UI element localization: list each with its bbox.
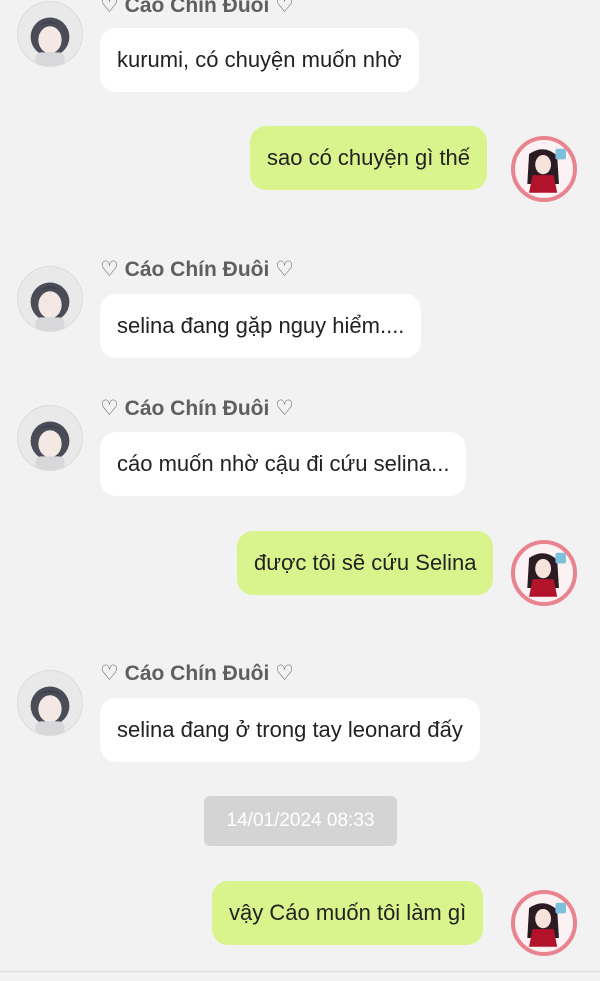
message-bubble-incoming[interactable]: cáo muốn nhờ cậu đi cứu selina... bbox=[100, 432, 467, 496]
divider bbox=[0, 971, 600, 972]
message-bubble-outgoing[interactable]: được tôi sẽ cứu Selina bbox=[237, 531, 494, 595]
self-avatar[interactable] bbox=[511, 890, 577, 956]
message-bubble-outgoing[interactable]: sao có chuyện gì thế bbox=[250, 126, 488, 190]
self-avatar[interactable] bbox=[511, 136, 577, 202]
message-bubble-incoming[interactable]: selina đang gặp nguy hiểm.... bbox=[100, 294, 422, 358]
contact-avatar[interactable] bbox=[17, 266, 83, 332]
contact-avatar[interactable] bbox=[17, 1, 83, 67]
sender-name: ♡ Cáo Chín Đuôi ♡ bbox=[100, 258, 294, 281]
sender-name: ♡ Cáo Chín Đuôi ♡ bbox=[100, 662, 294, 685]
message-bubble-incoming[interactable]: selina đang ở trong tay leonard đấy bbox=[100, 698, 480, 762]
contact-avatar[interactable] bbox=[17, 670, 83, 736]
timestamp-badge: 14/01/2024 08:33 bbox=[204, 796, 397, 846]
sender-name: ♡ Cáo Chín Đuôi ♡ bbox=[100, 0, 294, 17]
contact-avatar[interactable] bbox=[17, 405, 83, 471]
self-avatar[interactable] bbox=[511, 540, 577, 606]
sender-name: ♡ Cáo Chín Đuôi ♡ bbox=[100, 397, 294, 420]
message-bubble-outgoing[interactable]: vậy Cáo muốn tôi làm gì bbox=[212, 881, 484, 945]
message-bubble-incoming[interactable]: kurumi, có chuyện muốn nhờ bbox=[100, 28, 419, 92]
chat-thread[interactable]: ♡ Cáo Chín Đuôi ♡ kurumi, có chuyện muốn… bbox=[0, 0, 600, 981]
